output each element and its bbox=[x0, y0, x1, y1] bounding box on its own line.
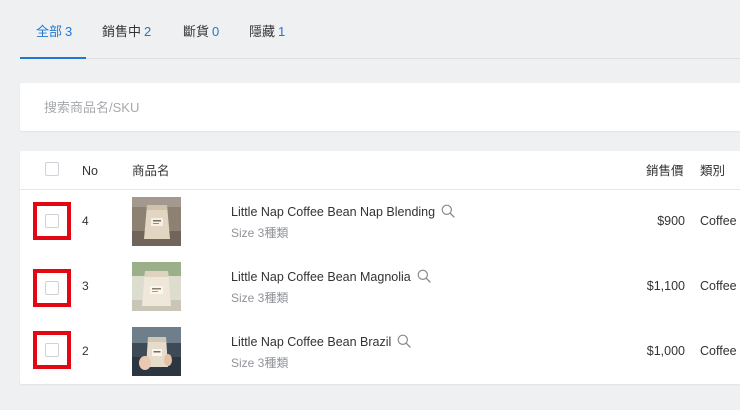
product-thumbnail[interactable] bbox=[132, 262, 181, 311]
table-header: No 商品名 銷售價 類別 bbox=[20, 151, 740, 190]
column-header-no: No bbox=[82, 164, 98, 178]
tab-all-label: 全部 bbox=[36, 24, 63, 39]
tab-out-of-stock-count: 0 bbox=[212, 24, 220, 39]
tab-on-sale[interactable]: 銷售中 2 bbox=[102, 0, 151, 58]
column-header-category: 類別 bbox=[700, 164, 726, 178]
tab-all-count: 3 bbox=[65, 24, 73, 39]
product-price: $1,000 bbox=[646, 344, 685, 358]
tab-on-sale-label: 銷售中 bbox=[102, 24, 142, 39]
row-checkbox[interactable] bbox=[45, 281, 59, 295]
product-name: Little Nap Coffee Bean Magnolia bbox=[231, 269, 431, 284]
select-all-checkbox[interactable] bbox=[45, 162, 59, 176]
row-checkbox[interactable] bbox=[45, 214, 59, 228]
product-name-text[interactable]: Little Nap Coffee Bean Brazil bbox=[231, 335, 391, 349]
product-name: Little Nap Coffee Bean Nap Blending bbox=[231, 204, 455, 219]
product-variant-info: Size 3種類 bbox=[231, 226, 289, 240]
tab-all[interactable]: 全部 3 bbox=[19, 0, 87, 59]
coffee-bag-image bbox=[132, 327, 181, 376]
table-row: 2 Little Nap Coffee Bean Brazil Size 3種類… bbox=[20, 319, 740, 384]
product-name-text[interactable]: Little Nap Coffee Bean Nap Blending bbox=[231, 205, 435, 219]
row-number: 2 bbox=[82, 344, 89, 358]
tab-on-sale-count: 2 bbox=[144, 24, 152, 39]
search-bar bbox=[20, 83, 740, 131]
column-header-price: 銷售價 bbox=[646, 164, 684, 178]
product-category: Coffee bbox=[700, 344, 737, 358]
row-number: 3 bbox=[82, 279, 89, 293]
coffee-bag-image bbox=[132, 197, 181, 246]
product-variant-info: Size 3種類 bbox=[231, 356, 289, 370]
product-price: $1,100 bbox=[646, 279, 685, 293]
row-number: 4 bbox=[82, 214, 89, 228]
product-variant-info: Size 3種類 bbox=[231, 291, 289, 305]
magnifier-icon[interactable] bbox=[441, 204, 455, 218]
row-checkbox[interactable] bbox=[45, 343, 59, 357]
tab-hidden-count: 1 bbox=[278, 24, 286, 39]
product-thumbnail[interactable] bbox=[132, 197, 181, 246]
search-input[interactable] bbox=[44, 83, 694, 131]
product-name-text[interactable]: Little Nap Coffee Bean Magnolia bbox=[231, 270, 411, 284]
coffee-bag-image bbox=[132, 262, 181, 311]
product-table: No 商品名 銷售價 類別 4 Little Nap Coffee Bean N… bbox=[20, 151, 740, 384]
product-thumbnail[interactable] bbox=[132, 327, 181, 376]
column-header-name: 商品名 bbox=[132, 164, 170, 178]
table-row: 3 Little Nap Coffee Bean Magnolia Size 3… bbox=[20, 254, 740, 319]
product-category: Coffee bbox=[700, 214, 737, 228]
table-row: 4 Little Nap Coffee Bean Nap Blending Si… bbox=[20, 189, 740, 254]
status-tabs: 全部 3 銷售中 2 斷貨 0 隱藏 1 bbox=[19, 0, 740, 59]
tab-hidden[interactable]: 隱藏 1 bbox=[249, 0, 285, 58]
magnifier-icon[interactable] bbox=[417, 269, 431, 283]
product-category: Coffee bbox=[700, 279, 737, 293]
product-price: $900 bbox=[657, 214, 685, 228]
magnifier-icon[interactable] bbox=[397, 334, 411, 348]
product-name: Little Nap Coffee Bean Brazil bbox=[231, 334, 411, 349]
tab-out-of-stock-label: 斷貨 bbox=[183, 24, 210, 39]
tab-hidden-label: 隱藏 bbox=[249, 24, 276, 39]
tab-out-of-stock[interactable]: 斷貨 0 bbox=[183, 0, 219, 58]
